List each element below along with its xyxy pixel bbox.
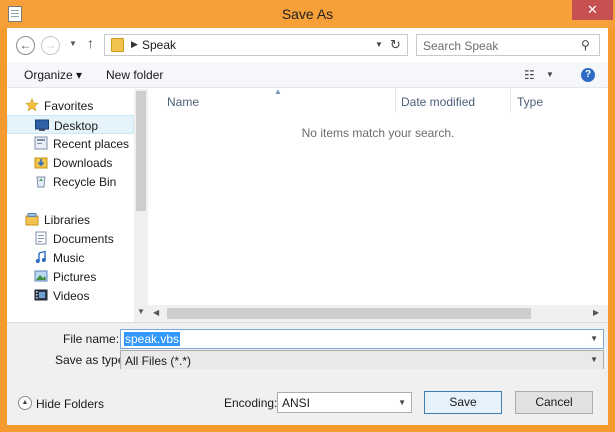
scroll-down-icon[interactable]: ▼ bbox=[137, 307, 145, 316]
nav-favorites[interactable]: Favorites bbox=[7, 96, 134, 115]
address-dropdown-icon[interactable]: ▼ bbox=[375, 40, 383, 49]
scroll-left-icon[interactable]: ◀ bbox=[153, 308, 159, 317]
nav-item-videos[interactable]: Videos bbox=[7, 286, 134, 305]
recycle-bin-icon bbox=[36, 176, 46, 188]
save-button[interactable]: Save bbox=[424, 391, 502, 414]
nav-item-label: Videos bbox=[53, 289, 90, 303]
title-bar: Save As ✕ bbox=[0, 0, 615, 28]
view-options-dropdown-icon[interactable]: ▼ bbox=[546, 70, 554, 79]
breadcrumb-chevron-icon[interactable]: ▶ bbox=[131, 39, 138, 50]
encoding-label: Encoding: bbox=[224, 396, 278, 410]
dialog-client: ← → ▼ ↑ ▶ Speak ▼ ↻ Search Speak ⚲ Organ… bbox=[7, 28, 608, 425]
save-as-type-label: Save as type: bbox=[55, 353, 128, 367]
pictures-icon bbox=[34, 270, 48, 282]
file-list: ▲ Name Date modified Type No items match… bbox=[148, 87, 608, 322]
new-folder-button[interactable]: New folder bbox=[106, 68, 163, 82]
star-icon bbox=[25, 98, 39, 112]
nav-item-label: Recycle Bin bbox=[53, 175, 117, 189]
libraries-icon bbox=[25, 213, 39, 226]
nav-item-label: Music bbox=[53, 251, 85, 265]
breadcrumb-speak[interactable]: Speak bbox=[142, 38, 176, 52]
column-divider[interactable] bbox=[510, 89, 511, 113]
encoding-select[interactable]: ANSI ▼ bbox=[277, 392, 412, 413]
nav-item-label: Desktop bbox=[54, 119, 99, 133]
column-header-name[interactable]: Name bbox=[167, 95, 199, 109]
organize-button[interactable]: Organize ▾ bbox=[24, 68, 82, 82]
file-name-input[interactable]: speak.vbs ▼ bbox=[120, 329, 604, 349]
file-name-dropdown-icon[interactable]: ▼ bbox=[590, 334, 598, 343]
cancel-button[interactable]: Cancel bbox=[515, 391, 593, 414]
nav-item-label: Pictures bbox=[53, 270, 97, 284]
nav-item-pictures[interactable]: Pictures bbox=[7, 267, 134, 286]
horizontal-scrollbar-thumb[interactable] bbox=[167, 308, 531, 319]
save-fields: File name: speak.vbs ▼ Save as type: All… bbox=[7, 322, 608, 370]
nav-item-documents[interactable]: Documents bbox=[7, 229, 134, 248]
search-placeholder: Search Speak bbox=[423, 39, 499, 53]
encoding-dropdown-icon[interactable]: ▼ bbox=[398, 398, 406, 407]
file-name-label: File name: bbox=[63, 332, 120, 346]
save-as-type-dropdown-icon[interactable]: ▼ bbox=[590, 355, 598, 364]
forward-button[interactable]: → bbox=[41, 36, 60, 55]
save-as-type-select[interactable]: All Files (*.*) ▼ bbox=[120, 350, 604, 370]
nav-favorites-label: Favorites bbox=[44, 99, 94, 113]
refresh-icon[interactable]: ↻ bbox=[390, 37, 401, 53]
save-as-type-value: All Files (*.*) bbox=[125, 354, 192, 368]
horizontal-scrollbar[interactable]: ◀ ▶ bbox=[148, 305, 608, 322]
encoding-value: ANSI bbox=[282, 396, 311, 410]
scroll-right-icon[interactable]: ▶ bbox=[593, 308, 599, 317]
recent-locations-dropdown[interactable]: ▼ bbox=[69, 39, 77, 48]
desktop-icon bbox=[35, 119, 49, 131]
folder-icon bbox=[111, 38, 124, 52]
downloads-icon bbox=[34, 157, 48, 169]
nav-item-label: Recent places bbox=[53, 137, 130, 151]
dialog-footer: ▲ Hide Folders Encoding: ANSI ▼ Save Can… bbox=[7, 369, 608, 425]
nav-item-label: Downloads bbox=[53, 156, 113, 170]
column-divider[interactable] bbox=[395, 89, 396, 113]
recent-places-icon bbox=[34, 136, 48, 150]
search-icon[interactable]: ⚲ bbox=[581, 38, 590, 52]
documents-icon bbox=[35, 231, 47, 245]
navigation-pane: Favorites Desktop Recent places Download… bbox=[7, 89, 148, 322]
hide-folders-button[interactable]: Hide Folders bbox=[36, 397, 104, 411]
music-icon bbox=[35, 250, 46, 263]
save-as-dialog: Save As ✕ ← → ▼ ↑ ▶ Speak ▼ ↻ Search Spe… bbox=[0, 0, 615, 432]
up-arrow-icon[interactable]: ↑ bbox=[87, 35, 94, 51]
nav-libraries[interactable]: Libraries bbox=[7, 210, 134, 229]
close-button[interactable]: ✕ bbox=[572, 0, 613, 20]
nav-item-desktop[interactable]: Desktop bbox=[7, 115, 134, 134]
nav-item-music[interactable]: Music bbox=[7, 248, 134, 267]
nav-scrollbar[interactable]: ▼ bbox=[134, 89, 148, 322]
nav-item-recycle-bin[interactable]: Recycle Bin bbox=[7, 172, 134, 191]
column-header-type[interactable]: Type bbox=[517, 95, 543, 109]
videos-icon bbox=[34, 289, 48, 301]
search-input[interactable]: Search Speak ⚲ bbox=[416, 34, 600, 56]
sort-ascending-icon: ▲ bbox=[274, 87, 282, 96]
help-icon[interactable]: ? bbox=[581, 68, 595, 82]
command-bar: Organize ▾ New folder ☷ ▼ ? bbox=[7, 62, 608, 88]
nav-item-label: Documents bbox=[53, 232, 114, 246]
address-bar[interactable]: ▶ Speak ▼ ↻ bbox=[104, 34, 408, 56]
nav-item-downloads[interactable]: Downloads bbox=[7, 153, 134, 172]
nav-item-recent-places[interactable]: Recent places bbox=[7, 134, 134, 153]
nav-scrollbar-thumb[interactable] bbox=[136, 91, 146, 211]
empty-message: No items match your search. bbox=[301, 126, 455, 140]
chevron-up-icon[interactable]: ▲ bbox=[18, 396, 32, 410]
nav-libraries-label: Libraries bbox=[44, 213, 91, 227]
window-title: Save As bbox=[281, 6, 334, 22]
column-header-date-modified[interactable]: Date modified bbox=[401, 95, 475, 109]
back-button[interactable]: ← bbox=[16, 36, 35, 55]
address-row: ← → ▼ ↑ ▶ Speak ▼ ↻ Search Speak ⚲ bbox=[7, 28, 608, 62]
file-name-value[interactable]: speak.vbs bbox=[124, 332, 181, 346]
view-options-icon[interactable]: ☷ bbox=[524, 68, 535, 82]
